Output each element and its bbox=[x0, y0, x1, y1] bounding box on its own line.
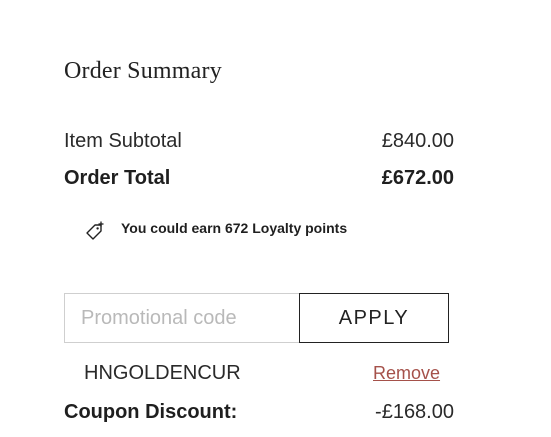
coupon-discount-row: Coupon Discount: -£168.00 bbox=[64, 401, 454, 425]
coupon-discount-value: -£168.00 bbox=[375, 401, 454, 423]
order-total-value: £672.00 bbox=[381, 167, 454, 189]
item-subtotal-row: Item Subtotal £840.00 bbox=[64, 130, 454, 154]
apply-promo-button[interactable]: APPLY bbox=[299, 293, 449, 343]
applied-coupon-code: HNGOLDENCUR bbox=[84, 362, 241, 384]
remove-coupon-link[interactable]: Remove bbox=[373, 363, 440, 384]
item-subtotal-label: Item Subtotal bbox=[64, 130, 182, 152]
coupon-discount-label: Coupon Discount: bbox=[64, 401, 238, 423]
order-total-row: Order Total £672.00 bbox=[64, 167, 454, 191]
order-summary-panel: Order Summary Item Subtotal £840.00 Orde… bbox=[64, 0, 454, 437]
order-total-label: Order Total bbox=[64, 167, 171, 189]
promo-code-input[interactable] bbox=[64, 293, 299, 343]
order-summary-title: Order Summary bbox=[64, 58, 222, 84]
item-subtotal-value: £840.00 bbox=[381, 130, 454, 152]
tag-plus-icon bbox=[86, 221, 104, 240]
loyalty-points-text: You could earn 672 Loyalty points bbox=[121, 220, 348, 236]
